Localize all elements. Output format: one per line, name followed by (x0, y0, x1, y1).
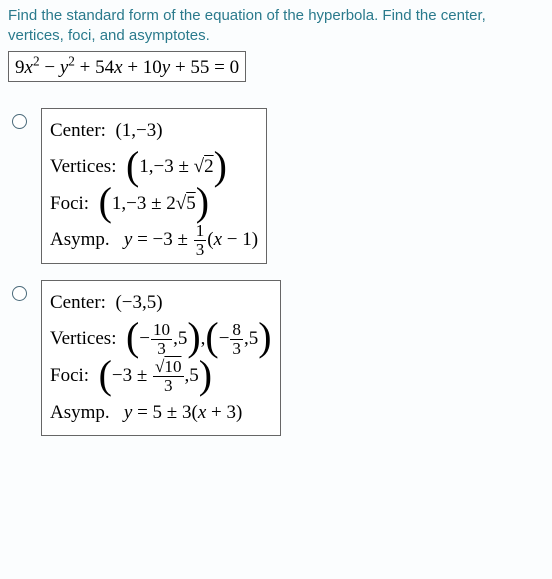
foci-label: Foci: (50, 193, 89, 214)
center-value: (1,−3) (115, 120, 162, 141)
prompt-line-2: vertices, foci, and asymptotes. (8, 27, 210, 44)
option-row[interactable]: Center: (−3,5) Vertices: (−103,5),(−83,5… (0, 272, 552, 444)
center-label: Center: (50, 120, 106, 141)
asymp-value: y = −3 ± 13(x − 1) (124, 229, 258, 250)
vertices-value: (−103,5),(−83,5) (126, 328, 272, 349)
answer-block-1: Center: (1,−3) Vertices: (1,−3 ± √2) Foc… (41, 108, 267, 263)
foci-value: (−3 ± √103,5) (99, 365, 212, 386)
foci-label: Foci: (50, 365, 89, 386)
vertices-label: Vertices: (50, 156, 116, 177)
vertices-label: Vertices: (50, 328, 116, 349)
center-label: Center: (50, 292, 106, 313)
vertices-value: (1,−3 ± √2) (126, 156, 227, 177)
prompt-line-1: Find the standard form of the equation o… (8, 7, 486, 24)
asymp-label: Asymp. (50, 402, 110, 423)
option-row[interactable]: Center: (1,−3) Vertices: (1,−3 ± √2) Foc… (0, 100, 552, 271)
radio-option-2[interactable] (12, 286, 27, 301)
radio-option-1[interactable] (12, 114, 27, 129)
foci-value: (1,−3 ± 2√5) (99, 193, 209, 214)
asymp-value: y = 5 ± 3(x + 3) (124, 402, 242, 423)
equation-text: 9x2 − y2 + 54x + 10y + 55 = 0 (15, 57, 239, 78)
answer-block-2: Center: (−3,5) Vertices: (−103,5),(−83,5… (41, 280, 281, 436)
question-prompt: Find the standard form of the equation o… (0, 0, 552, 49)
asymp-label: Asymp. (50, 229, 110, 250)
equation-box: 9x2 − y2 + 54x + 10y + 55 = 0 (8, 51, 246, 82)
center-value: (−3,5) (115, 292, 162, 313)
